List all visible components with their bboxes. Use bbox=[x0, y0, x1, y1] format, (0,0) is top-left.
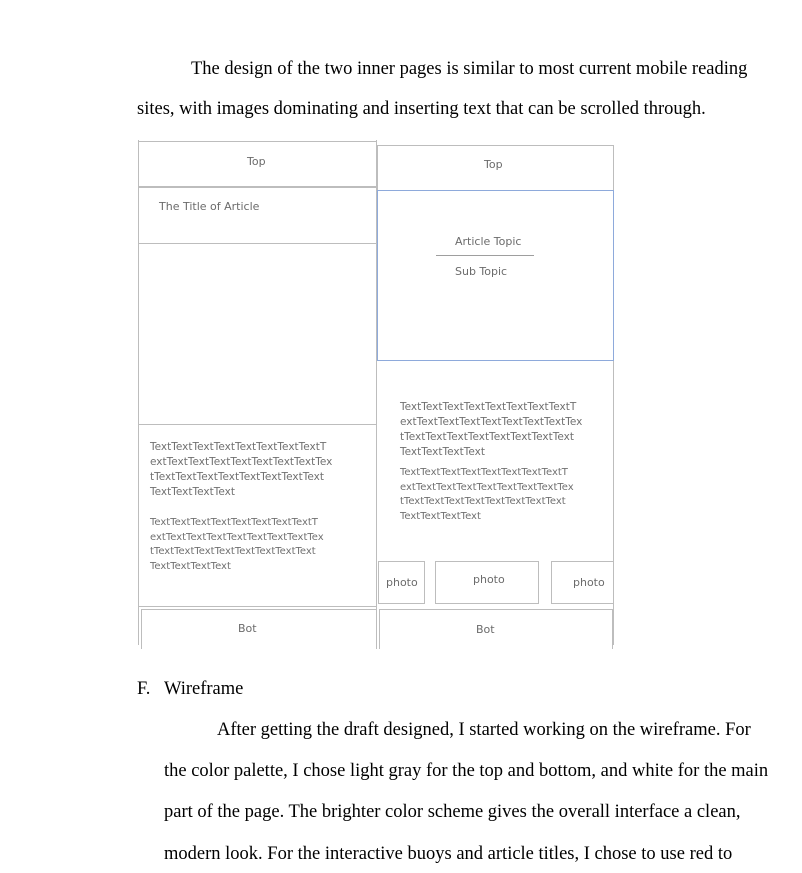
text-line: tTextTextTextTextTextTextTextText bbox=[150, 546, 316, 557]
right-bot-label: Bot bbox=[476, 623, 495, 636]
photo-label-3: photo bbox=[573, 576, 605, 589]
wireframe-para-line-4: modern look. For the interactive buoys a… bbox=[164, 844, 733, 864]
text-line: TextTextTextTextTextTextTextTextT bbox=[400, 467, 568, 478]
text-line: TextTextTextText bbox=[150, 560, 231, 572]
wireframe-para-line-3: part of the page. The brighter color sch… bbox=[164, 802, 741, 822]
right-topic-banner: Article Topic Sub Topic bbox=[377, 190, 614, 361]
text-line: TextTextTextText bbox=[150, 486, 235, 498]
sub-topic-label: Sub Topic bbox=[455, 265, 508, 278]
photo-label-1: photo bbox=[386, 576, 418, 589]
article-topic-label: Article Topic bbox=[455, 235, 522, 248]
text-line: tTextTextTextTextTextTextTextText bbox=[400, 431, 575, 443]
photo-placeholder-1: photo bbox=[378, 561, 425, 604]
text-line: tTextTextTextTextTextTextTextText bbox=[400, 496, 566, 507]
section-marker: F. bbox=[137, 679, 151, 699]
left-top-bar: Top bbox=[138, 141, 377, 187]
left-bot-label: Bot bbox=[238, 622, 257, 635]
right-top-bar: Top bbox=[377, 145, 614, 191]
text-line: extTextTextTextTextTextTextTextTex bbox=[150, 456, 333, 468]
photo-placeholder-2: photo bbox=[435, 561, 539, 604]
photo-label-2: photo bbox=[473, 573, 505, 586]
text-line: extTextTextTextTextTextTextTextTex bbox=[400, 416, 583, 428]
wireframe-figure: Top The Title of Article TextTextTextTex… bbox=[0, 0, 802, 873]
text-line: TextTextTextTextTextTextTextTextT bbox=[400, 401, 577, 413]
section-title: Wireframe bbox=[164, 679, 244, 699]
left-text-block-2: TextTextTextTextTextTextTextTextT extTex… bbox=[150, 516, 324, 574]
right-text-block-1: TextTextTextTextTextTextTextTextT extTex… bbox=[400, 400, 582, 460]
text-line: extTextTextTextTextTextTextTextTex bbox=[150, 531, 324, 543]
left-bottom-divider bbox=[138, 606, 377, 607]
right-bottom-bar: Bot bbox=[379, 609, 613, 649]
left-image-placeholder bbox=[138, 243, 377, 425]
text-line: tTextTextTextTextTextTextTextText bbox=[150, 471, 325, 483]
left-article-title: The Title of Article bbox=[159, 200, 260, 213]
topic-divider bbox=[436, 255, 534, 256]
wireframe-para-line-2: the color palette, I chose light gray fo… bbox=[164, 761, 769, 781]
text-line: TextTextTextText bbox=[400, 446, 485, 458]
text-line: extTextTextTextTextTextTextTextTex bbox=[400, 481, 574, 493]
left-title-box: The Title of Article bbox=[138, 187, 377, 244]
text-line: TextTextTextTextTextTextTextTextT bbox=[150, 517, 318, 528]
right-text-block-2: TextTextTextTextTextTextTextTextT extTex… bbox=[400, 466, 574, 524]
photo-placeholder-3: photo bbox=[551, 561, 614, 604]
right-top-label: Top bbox=[484, 158, 503, 171]
left-bottom-bar: Bot bbox=[141, 609, 377, 649]
left-top-label: Top bbox=[247, 155, 266, 168]
left-text-block-1: TextTextTextTextTextTextTextTextT extTex… bbox=[150, 440, 332, 500]
text-line: TextTextTextTextTextTextTextTextT bbox=[150, 441, 327, 453]
wireframe-para-line-1: After getting the draft designed, I star… bbox=[217, 720, 751, 740]
text-line: TextTextTextText bbox=[400, 510, 481, 522]
